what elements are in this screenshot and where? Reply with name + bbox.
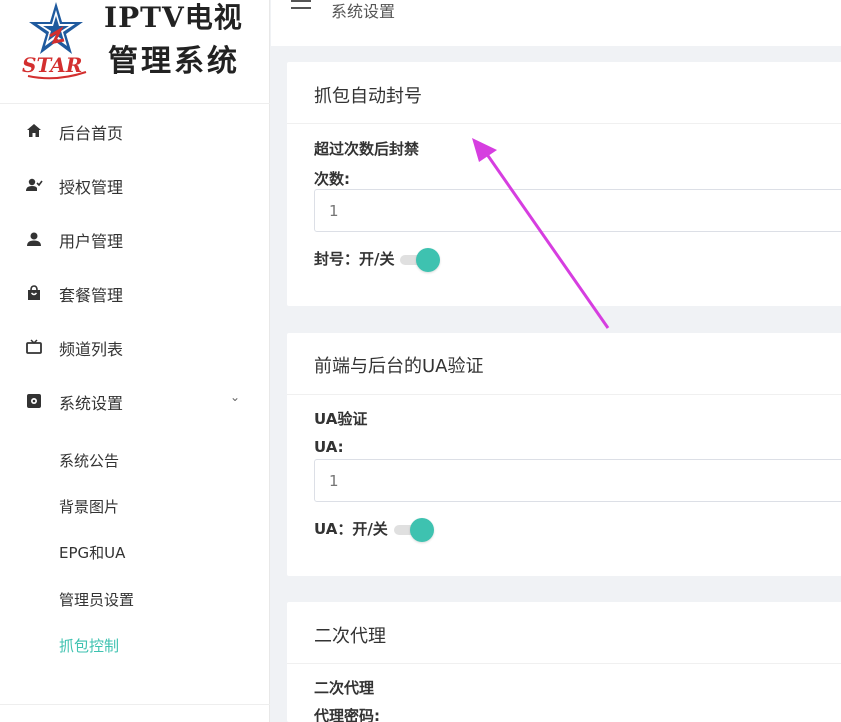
tv-icon [26,339,42,354]
ua-toggle-label: UA：开/关 [314,520,388,538]
sidebar-subitem-capture[interactable]: 抓包控制 [59,635,119,656]
sidebar-item-label: 授权管理 [59,178,124,197]
ua-verify-card: 前端与后台的UA验证 UA验证 UA: UA：开/关 [287,333,841,576]
sidebar: STAR IPTV电视 管理系统 后台首页 授权管理 用户管理 套餐管理 频道列… [0,0,270,722]
star-logo-icon: STAR [22,2,87,80]
sidebar-item-settings[interactable]: 系统设置 ⌄ [0,374,270,428]
sidebar-subitem-announcement[interactable]: 系统公告 [59,450,119,471]
card-header: 抓包自动封号 [287,62,841,124]
sidebar-item-label: 套餐管理 [59,286,124,305]
chevron-down-icon: ⌄ [230,390,241,404]
ua-toggle-row: UA：开/关 [314,517,434,542]
card-header: 前端与后台的UA验证 [287,333,841,395]
sidebar-item-home[interactable]: 后台首页 [0,104,270,158]
breadcrumb: 系统设置 [331,2,396,21]
shopping-bag-icon [28,285,40,300]
proxy-card: 二次代理 二次代理 代理密码: [287,602,841,722]
card-title: 二次代理 [314,626,386,647]
sidebar-item-auth[interactable]: 授权管理 [0,158,270,212]
sidebar-item-packages[interactable]: 套餐管理 [0,266,270,320]
ua-label: UA: [314,438,344,456]
card-title: 抓包自动封号 [314,86,422,107]
ua-toggle-switch[interactable] [393,517,434,542]
logo-badge: STAR [22,53,82,77]
sidebar-subitem-admin[interactable]: 管理员设置 [59,589,134,610]
section-title: 超过次数后封禁 [314,140,420,158]
logo-title: IPTV电视 [104,1,243,34]
ban-toggle-row: 封号：开/关 [314,247,441,272]
sidebar-item-channels[interactable]: 频道列表 [0,320,270,374]
ban-toggle-label: 封号：开/关 [314,250,395,268]
ban-toggle-switch[interactable] [400,247,441,272]
user-check-icon [26,178,43,191]
sidebar-item-label: 后台首页 [59,124,124,143]
menu-toggle-icon[interactable] [291,0,313,16]
home-icon [27,124,41,137]
sidebar-subitem-background[interactable]: 背景图片 [59,496,119,517]
top-bar: 系统设置 [271,0,841,46]
user-icon [27,232,41,246]
sidebar-item-label: 用户管理 [59,232,124,251]
sidebar-item-label: 系统设置 [59,394,124,413]
section-title: UA验证 [314,410,368,428]
sidebar-item-users[interactable]: 用户管理 [0,212,270,266]
count-label: 次数: [314,170,350,188]
card-title: 前端与后台的UA验证 [314,356,484,377]
divider [0,704,270,705]
capture-ban-card: 抓包自动封号 超过次数后封禁 次数: 封号：开/关 [287,62,841,306]
sidebar-item-label: 频道列表 [59,340,124,359]
card-header: 二次代理 [287,602,841,664]
logo[interactable]: STAR IPTV电视 管理系统 [0,0,270,104]
section-title: 二次代理 [314,679,375,697]
ua-input[interactable] [314,459,841,502]
count-input[interactable] [314,189,841,232]
proxy-password-label: 代理密码: [314,707,380,722]
settings-icon [27,394,41,408]
logo-subtitle: 管理系统 [108,44,240,79]
sidebar-subitem-epg-ua[interactable]: EPG和UA [59,542,125,563]
